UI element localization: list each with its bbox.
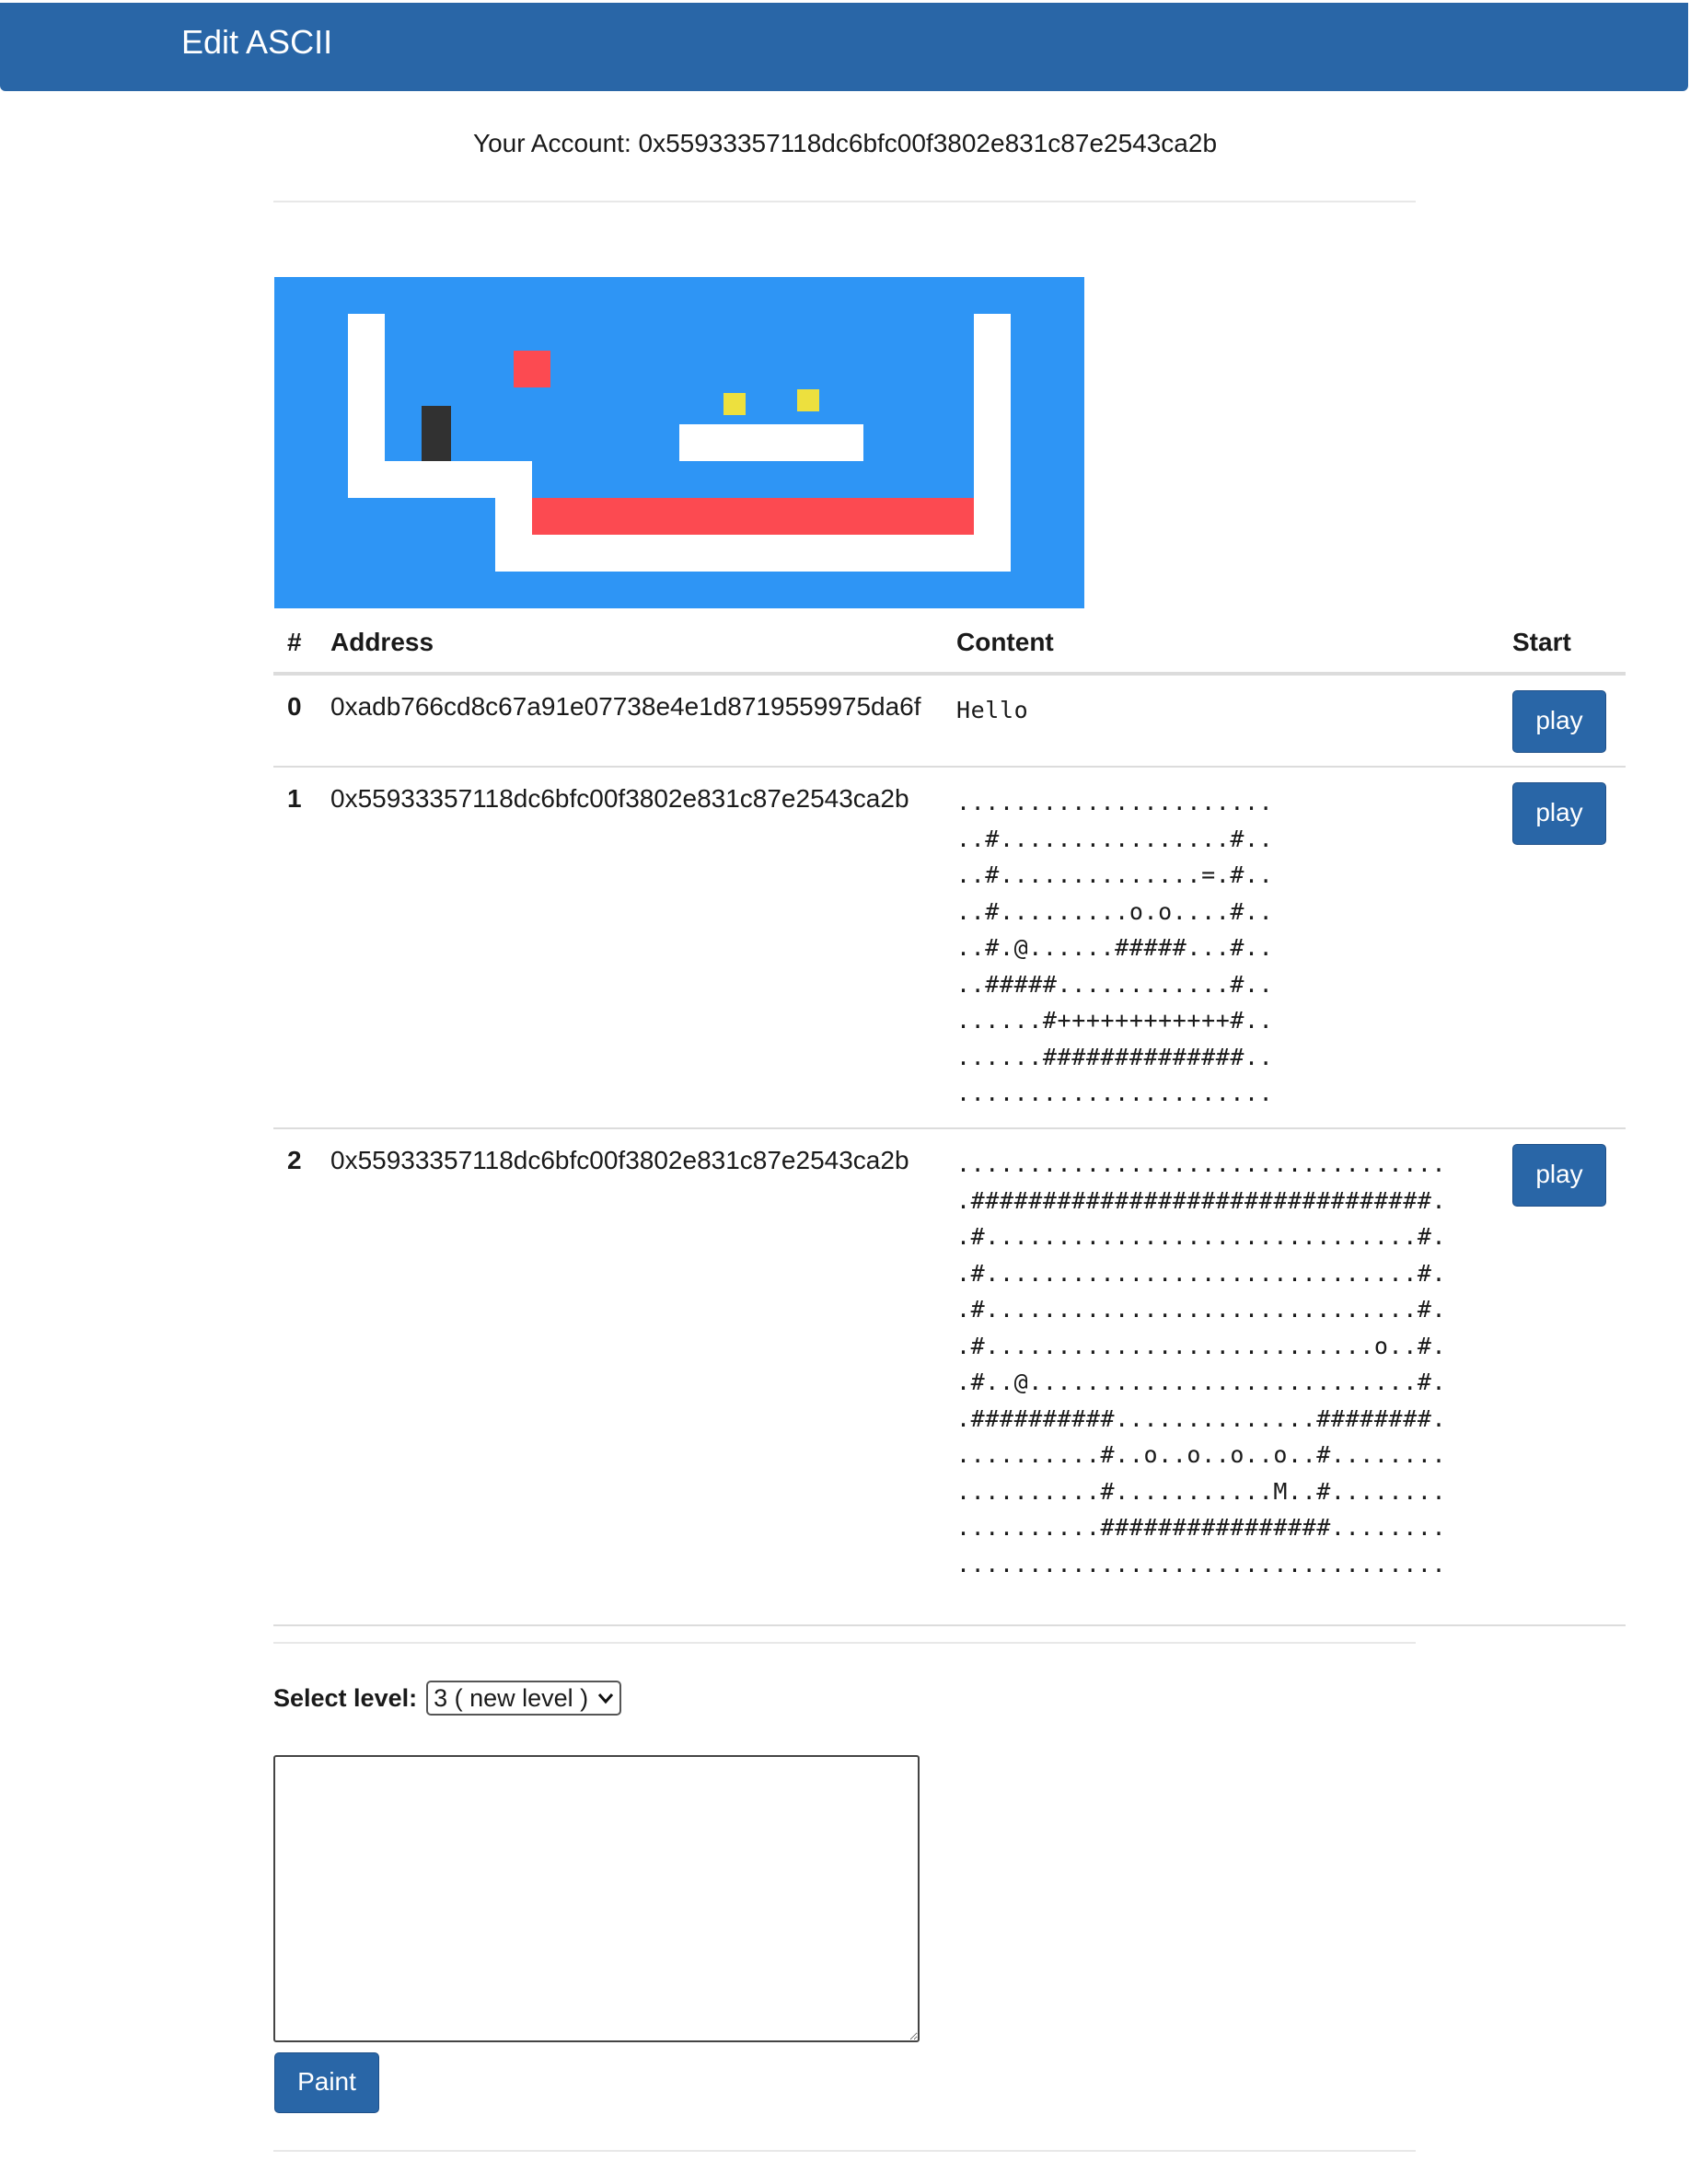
preview-wall xyxy=(974,314,1011,572)
row-index: 2 xyxy=(287,1146,302,1174)
levels-table: # Address Content Start 0 0xadb766cd8c67… xyxy=(273,613,1626,1626)
preview-platform xyxy=(679,424,863,461)
app-title[interactable]: Edit ASCII xyxy=(181,23,332,62)
row-address: 0x55933357118dc6bfc00f3802e831c87e2543ca… xyxy=(330,1146,909,1174)
preview-lava xyxy=(532,498,974,535)
play-button[interactable]: play xyxy=(1512,690,1606,753)
header-content: Content xyxy=(956,613,1512,676)
row-content: Hello xyxy=(956,697,1029,723)
preview-coin xyxy=(723,393,746,415)
divider xyxy=(273,1642,1416,1644)
level-preview-svg xyxy=(274,277,1084,608)
account-info: Your Account: 0x55933357118dc6bfc00f3802… xyxy=(472,129,1218,157)
header-address: Address xyxy=(330,613,956,676)
row-content: .................................. .####… xyxy=(956,1150,1447,1577)
level-select-row: Select level: 3 ( new level ) xyxy=(273,1681,622,1716)
row-address: 0x55933357118dc6bfc00f3802e831c87e2543ca… xyxy=(330,784,909,813)
table-header-row: # Address Content Start xyxy=(273,613,1626,676)
select-level-label: Select level: xyxy=(273,1683,418,1712)
row-content: ...................... ..#..............… xyxy=(956,789,1274,1106)
preview-player xyxy=(422,406,451,461)
header-index: # xyxy=(273,613,330,676)
table-row: 0 0xadb766cd8c67a91e07738e4e1d8719559975… xyxy=(273,674,1626,768)
level-preview-canvas xyxy=(274,277,1084,608)
preview-lava-block xyxy=(514,351,550,387)
play-button[interactable]: play xyxy=(1512,1144,1606,1207)
preview-coin xyxy=(797,389,819,411)
top-navbar: Edit ASCII xyxy=(0,3,1688,91)
chevron-down-icon xyxy=(597,1693,614,1704)
header-start: Start xyxy=(1512,613,1626,676)
table-row: 2 0x55933357118dc6bfc00f3802e831c87e2543… xyxy=(273,1128,1626,1626)
play-button[interactable]: play xyxy=(1512,782,1606,845)
level-textarea[interactable] xyxy=(273,1755,920,2042)
divider xyxy=(273,2150,1416,2152)
level-select-value: 3 ( new level ) xyxy=(434,1683,589,1712)
row-index: 1 xyxy=(287,784,302,813)
table-row: 1 0x55933357118dc6bfc00f3802e831c87e2543… xyxy=(273,767,1626,1129)
preview-wall xyxy=(495,535,1011,572)
level-select[interactable]: 3 ( new level ) xyxy=(426,1681,622,1716)
row-index: 0 xyxy=(287,692,302,721)
row-address: 0xadb766cd8c67a91e07738e4e1d8719559975da… xyxy=(330,692,921,721)
paint-button[interactable]: Paint xyxy=(274,2052,379,2113)
divider xyxy=(273,201,1416,202)
